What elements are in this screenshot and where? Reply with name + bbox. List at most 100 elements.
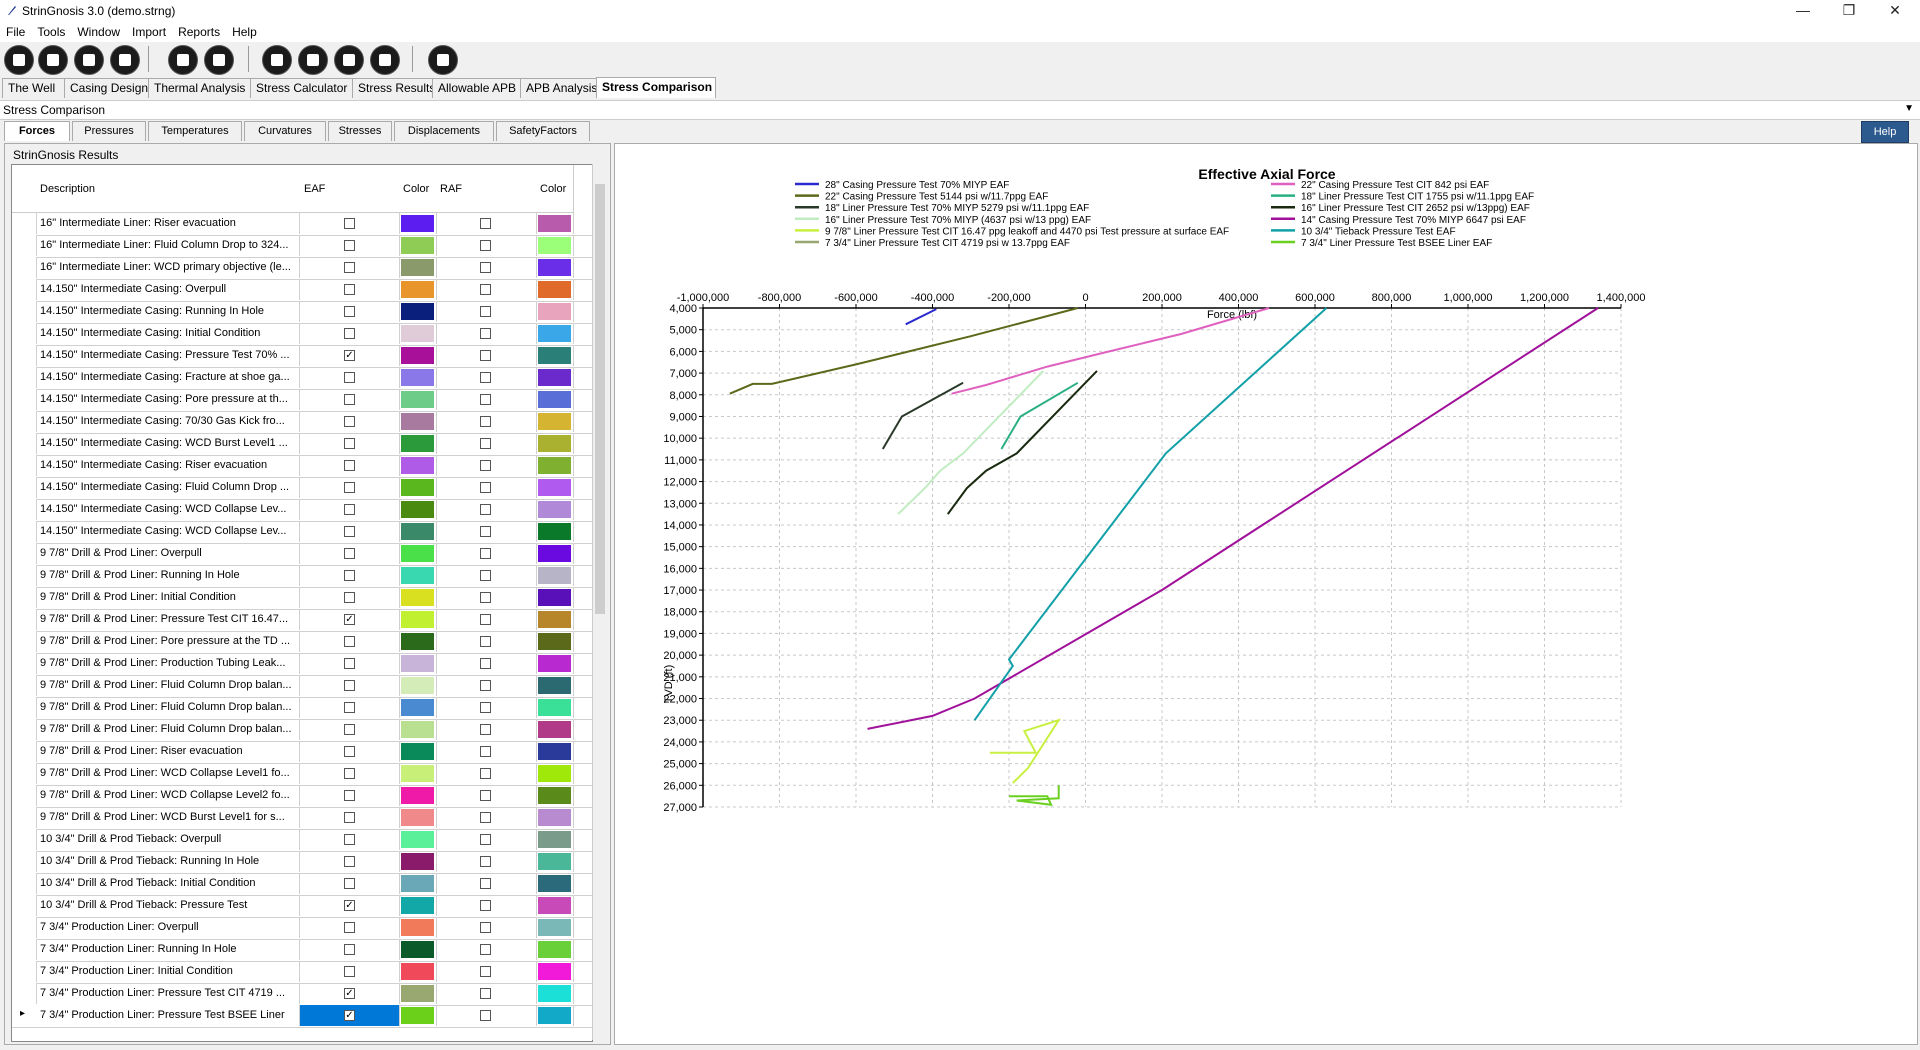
eaf-color-swatch[interactable] bbox=[401, 479, 434, 496]
eaf-color-swatch[interactable] bbox=[401, 633, 434, 650]
subtab-stresses[interactable]: Stresses bbox=[328, 121, 392, 141]
raf-checkbox[interactable] bbox=[480, 724, 491, 735]
table-row[interactable]: 9 7/8" Drill & Prod Liner: Overpull bbox=[12, 543, 592, 566]
eaf-color-cell[interactable] bbox=[399, 301, 437, 322]
raf-checkbox[interactable] bbox=[480, 790, 491, 801]
table-row[interactable]: 9 7/8" Drill & Prod Liner: WCD Collapse … bbox=[12, 785, 592, 808]
row-selector[interactable] bbox=[12, 829, 37, 850]
row-selector[interactable] bbox=[12, 257, 37, 278]
menu-help[interactable]: Help bbox=[226, 22, 263, 39]
raf-color-swatch[interactable] bbox=[538, 743, 571, 760]
eaf-color-swatch[interactable] bbox=[401, 347, 434, 364]
grid-scrollbar[interactable] bbox=[592, 164, 607, 1040]
raf-checkbox[interactable] bbox=[480, 768, 491, 779]
raf-color-swatch[interactable] bbox=[538, 897, 571, 914]
subtab-curvatures[interactable]: Curvatures bbox=[244, 121, 326, 141]
raf-color-swatch[interactable] bbox=[538, 501, 571, 518]
eaf-checkbox[interactable] bbox=[344, 724, 355, 735]
row-selector[interactable] bbox=[12, 895, 37, 916]
raf-color-swatch[interactable] bbox=[538, 567, 571, 584]
eaf-checkbox[interactable] bbox=[344, 482, 355, 493]
row-selector[interactable] bbox=[12, 741, 37, 762]
eaf-color-cell[interactable] bbox=[399, 807, 437, 828]
raf-checkbox[interactable] bbox=[480, 328, 491, 339]
table-row[interactable]: 10 3/4" Drill & Prod Tieback: Pressure T… bbox=[12, 895, 592, 918]
eaf-color-cell[interactable] bbox=[399, 477, 437, 498]
raf-color-cell[interactable] bbox=[536, 565, 574, 586]
raf-checkbox[interactable] bbox=[480, 262, 491, 273]
table-row[interactable]: 9 7/8" Drill & Prod Liner: Production Tu… bbox=[12, 653, 592, 676]
raf-color-cell[interactable] bbox=[536, 785, 574, 806]
raf-color-cell[interactable] bbox=[536, 301, 574, 322]
table-row[interactable]: 9 7/8" Drill & Prod Liner: WCD Collapse … bbox=[12, 763, 592, 786]
raf-cell[interactable] bbox=[436, 543, 537, 564]
eaf-checkbox[interactable] bbox=[344, 966, 355, 977]
table-row[interactable]: 14.150" Intermediate Casing: WCD Burst L… bbox=[12, 433, 592, 456]
raf-cell[interactable] bbox=[436, 323, 537, 344]
eaf-cell[interactable] bbox=[300, 499, 400, 520]
raf-color-cell[interactable] bbox=[536, 499, 574, 520]
raf-color-cell[interactable] bbox=[536, 477, 574, 498]
eaf-cell[interactable] bbox=[300, 829, 400, 850]
pipe-fork-icon[interactable] bbox=[204, 45, 234, 75]
eaf-cell[interactable] bbox=[300, 807, 400, 828]
raf-color-swatch[interactable] bbox=[538, 589, 571, 606]
raf-color-cell[interactable] bbox=[536, 631, 574, 652]
raf-cell[interactable] bbox=[436, 983, 537, 1004]
row-selector[interactable] bbox=[12, 543, 37, 564]
table-row[interactable]: 10 3/4" Drill & Prod Tieback: Running In… bbox=[12, 851, 592, 874]
eaf-color-cell[interactable] bbox=[399, 565, 437, 586]
table-row[interactable]: 9 7/8" Drill & Prod Liner: Riser evacuat… bbox=[12, 741, 592, 764]
eaf-checkbox[interactable] bbox=[344, 372, 355, 383]
eaf-color-cell[interactable] bbox=[399, 719, 437, 740]
raf-color-cell[interactable] bbox=[536, 917, 574, 938]
menu-reports[interactable]: Reports bbox=[172, 22, 226, 39]
eaf-color-cell[interactable] bbox=[399, 785, 437, 806]
raf-checkbox[interactable] bbox=[480, 460, 491, 471]
eaf-color-swatch[interactable] bbox=[401, 281, 434, 298]
raf-cell[interactable] bbox=[436, 587, 537, 608]
raf-color-swatch[interactable] bbox=[538, 699, 571, 716]
raf-color-swatch[interactable] bbox=[538, 457, 571, 474]
tab-allowable-apb[interactable]: Allowable APB bbox=[432, 78, 530, 98]
table-row[interactable]: 14.150" Intermediate Casing: Fracture at… bbox=[12, 367, 592, 390]
eaf-cell[interactable]: ✓ bbox=[300, 1005, 400, 1026]
eaf-checkbox[interactable]: ✓ bbox=[344, 988, 355, 999]
raf-checkbox[interactable] bbox=[480, 548, 491, 559]
edit-icon[interactable] bbox=[110, 45, 140, 75]
raf-color-cell[interactable] bbox=[536, 741, 574, 762]
eaf-color-cell[interactable] bbox=[399, 543, 437, 564]
raf-color-swatch[interactable] bbox=[538, 677, 571, 694]
raf-checkbox[interactable] bbox=[480, 966, 491, 977]
eaf-cell[interactable] bbox=[300, 565, 400, 586]
raf-color-cell[interactable] bbox=[536, 939, 574, 960]
table-row[interactable]: 16" Intermediate Liner: WCD primary obje… bbox=[12, 257, 592, 280]
subtab-forces[interactable]: Forces bbox=[4, 121, 70, 141]
raf-checkbox[interactable] bbox=[480, 284, 491, 295]
eaf-cell[interactable] bbox=[300, 543, 400, 564]
row-selector[interactable] bbox=[12, 455, 37, 476]
subtab-displacements[interactable]: Displacements bbox=[394, 121, 494, 141]
raf-color-cell[interactable] bbox=[536, 521, 574, 542]
eaf-checkbox[interactable] bbox=[344, 416, 355, 427]
row-selector[interactable] bbox=[12, 499, 37, 520]
eaf-cell[interactable] bbox=[300, 939, 400, 960]
eaf-cell[interactable] bbox=[300, 719, 400, 740]
raf-color-swatch[interactable] bbox=[538, 1007, 571, 1024]
raf-color-swatch[interactable] bbox=[538, 523, 571, 540]
eaf-color-cell[interactable] bbox=[399, 763, 437, 784]
raf-color-cell[interactable] bbox=[536, 851, 574, 872]
raf-cell[interactable] bbox=[436, 851, 537, 872]
tab-thermal-analysis[interactable]: Thermal Analysis bbox=[148, 78, 260, 98]
eaf-color-cell[interactable] bbox=[399, 631, 437, 652]
raf-color-swatch[interactable] bbox=[538, 347, 571, 364]
new-file-icon[interactable] bbox=[38, 45, 68, 75]
raf-cell[interactable] bbox=[436, 433, 537, 454]
raf-checkbox[interactable] bbox=[480, 878, 491, 889]
open-file-icon[interactable] bbox=[4, 45, 34, 75]
table-row[interactable]: 14.150" Intermediate Casing: Pore pressu… bbox=[12, 389, 592, 412]
eaf-cell[interactable] bbox=[300, 675, 400, 696]
raf-color-cell[interactable] bbox=[536, 279, 574, 300]
eaf-color-swatch[interactable] bbox=[401, 259, 434, 276]
raf-checkbox[interactable] bbox=[480, 526, 491, 537]
